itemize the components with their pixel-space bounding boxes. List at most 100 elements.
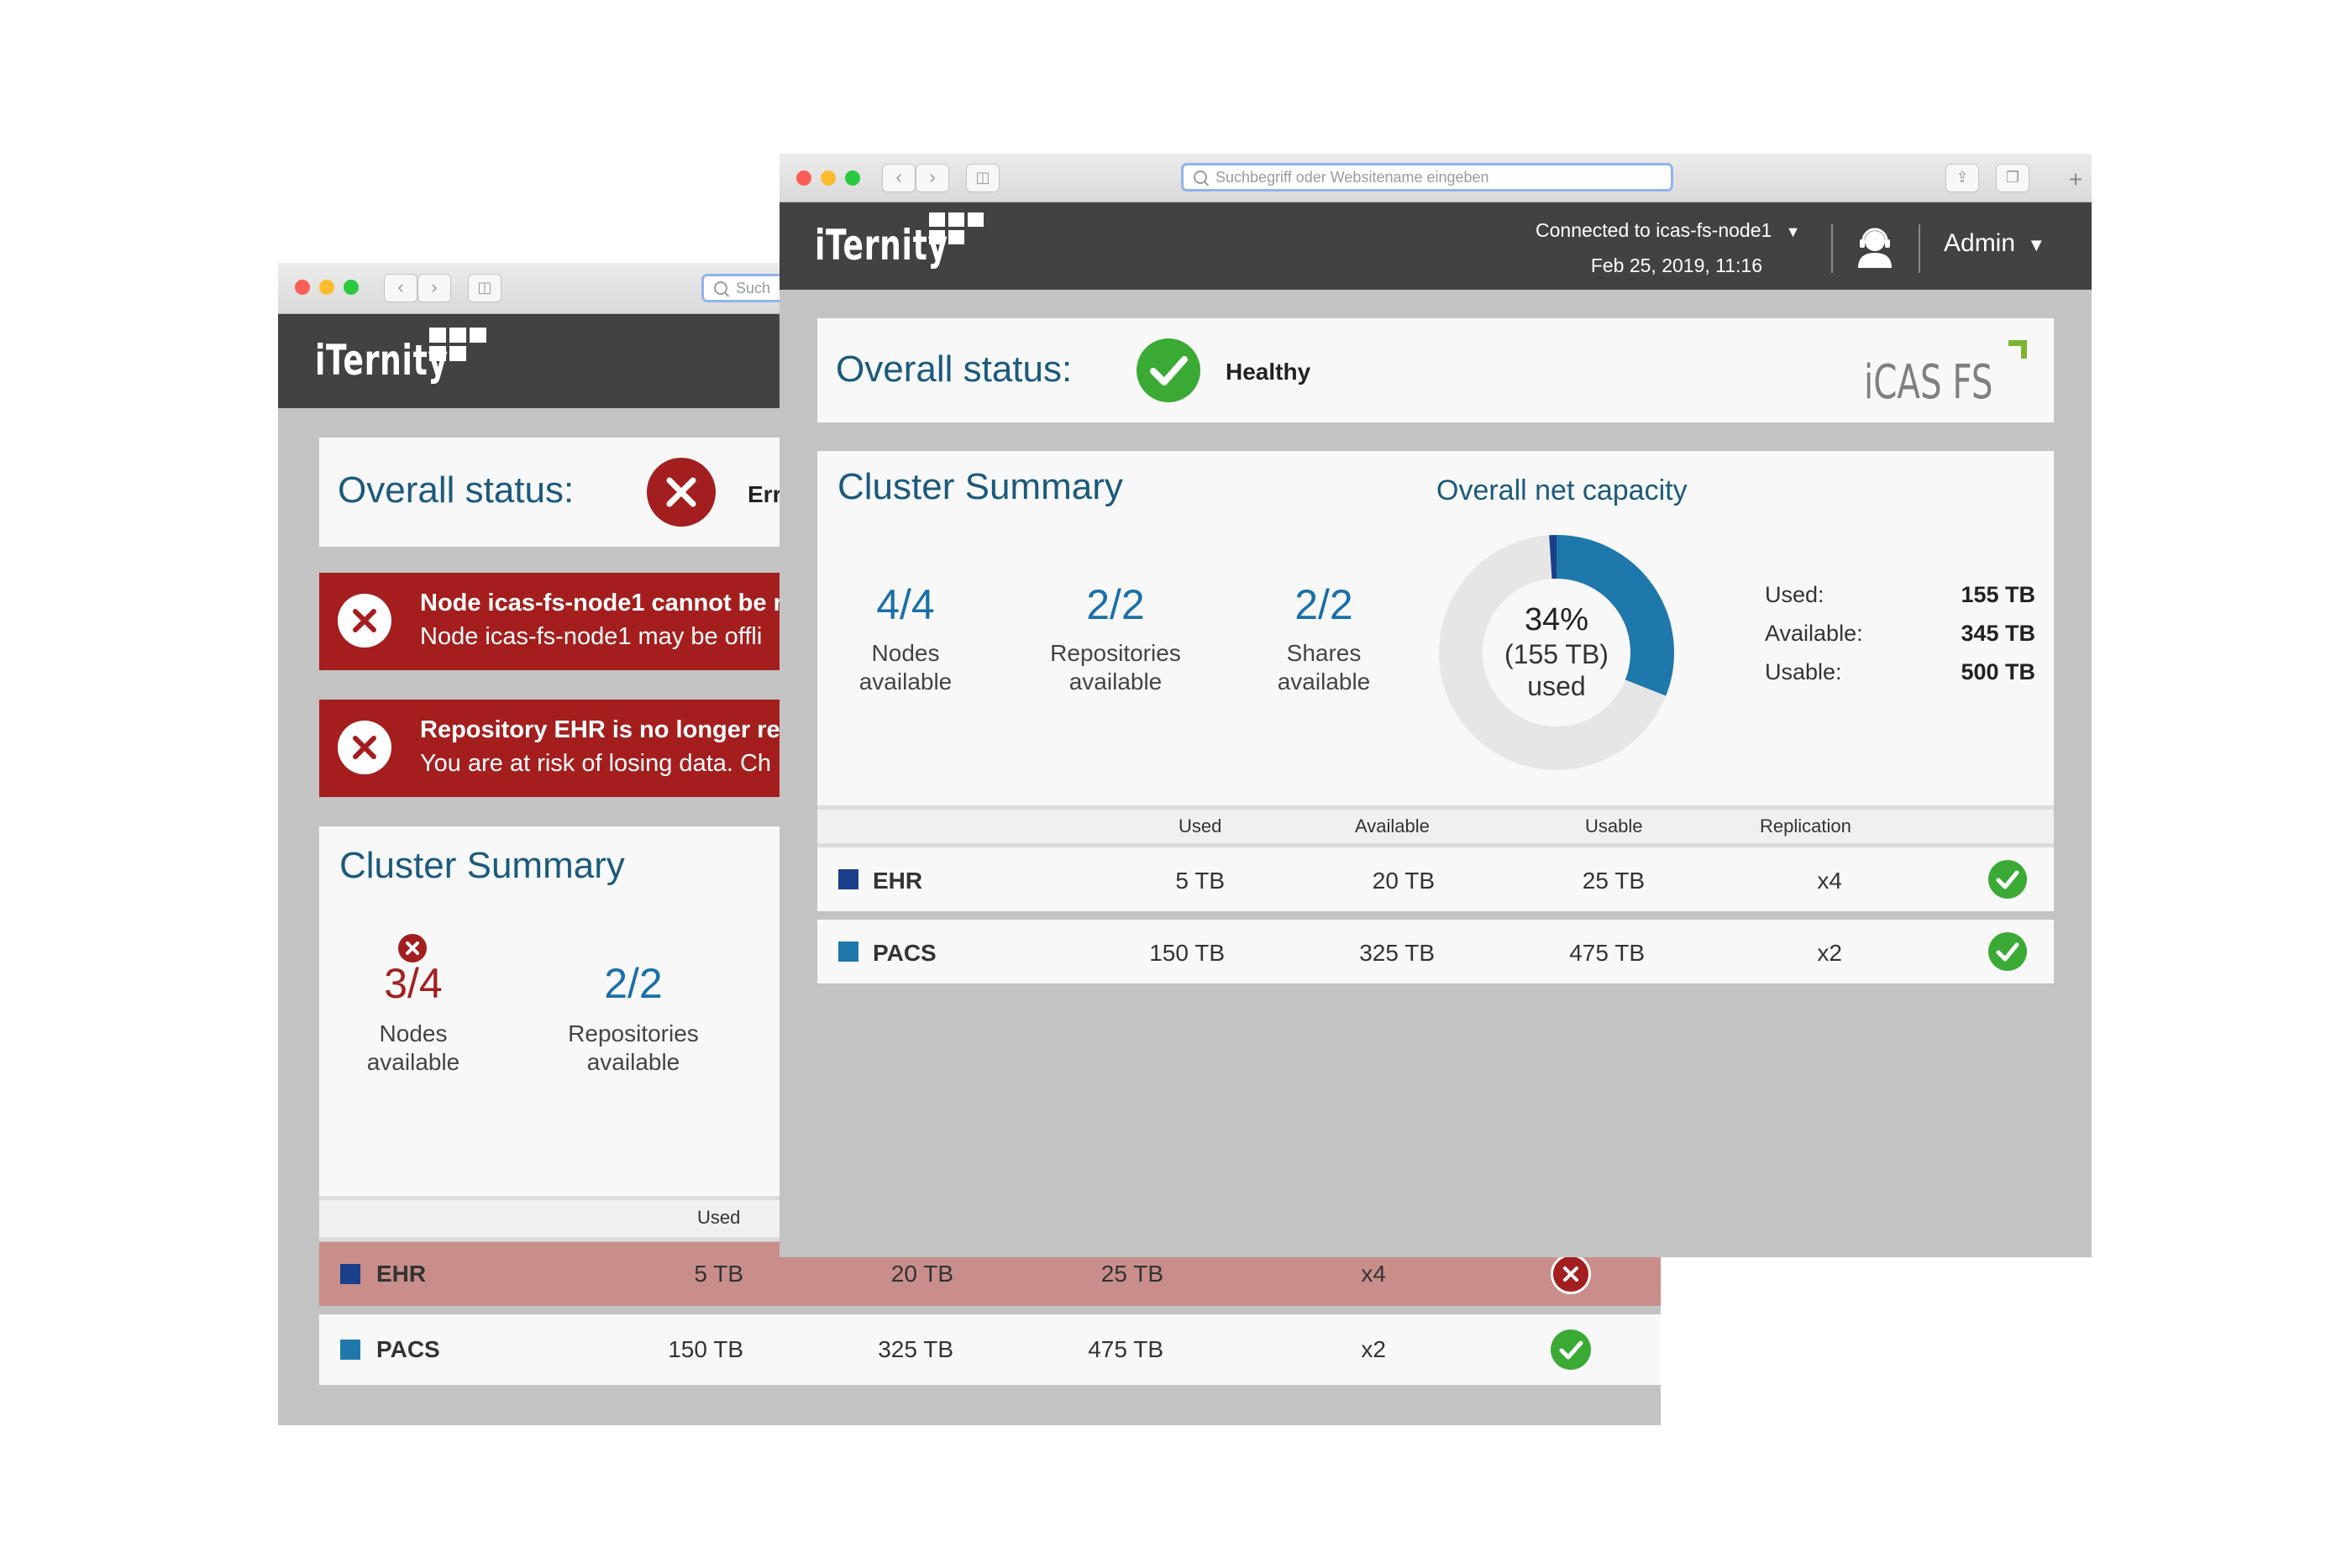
connection-label: Connected to icas-fs-node1	[1536, 219, 1772, 241]
forward-chevron-icon[interactable]: ›	[916, 164, 949, 192]
maximize-window-icon[interactable]	[344, 280, 359, 295]
error-icon	[647, 458, 716, 527]
minimize-window-icon[interactable]	[821, 170, 836, 186]
overall-status-value: Healthy	[1226, 359, 1311, 385]
sidebar-toggle-icon[interactable]: ◫	[468, 274, 501, 302]
header-datetime: Feb 25, 2019, 11:16	[1590, 254, 1762, 276]
app-header: iTernity Connected to icas-fs-node1 ▼ Fe…	[780, 202, 2092, 290]
error-icon	[1551, 1254, 1591, 1294]
check-icon	[1988, 860, 2027, 899]
capacity-legend-label: Used:	[1765, 582, 1824, 607]
error-title: Repository EHR is no longer rep	[420, 716, 795, 743]
ehr-color-swatch	[838, 869, 858, 889]
repositories-available-value: 2/2	[1086, 581, 1145, 628]
logo-square-icon	[948, 212, 964, 227]
forward-chevron-icon[interactable]: ›	[417, 274, 451, 302]
error-icon	[398, 934, 427, 962]
cluster-summary-title: Cluster Summary	[837, 466, 1123, 507]
close-window-icon[interactable]	[295, 280, 310, 295]
cell-usable: 25 TB	[1582, 868, 1645, 894]
back-chevron-icon[interactable]: ‹	[882, 164, 916, 192]
cell-used: 150 TB	[1149, 940, 1225, 966]
capacity-used-word: used	[1527, 671, 1586, 701]
address-bar[interactable]: Suchbegriff oder Websitename eingeben	[1181, 163, 1673, 191]
logo-square-icon	[948, 230, 964, 244]
nodes-available-label: Nodes available	[858, 640, 953, 695]
check-icon	[1137, 338, 1200, 402]
pacs-color-swatch	[340, 1340, 360, 1360]
nodes-available-value: 4/4	[876, 581, 935, 628]
column-header-available: Available	[1355, 815, 1430, 836]
sidebar-toggle-icon[interactable]: ◫	[966, 164, 1000, 192]
header-divider	[1831, 224, 1833, 273]
maximize-window-icon[interactable]	[845, 170, 860, 186]
capacity-amount: (155 TB)	[1504, 639, 1609, 669]
logo-square-icon	[429, 328, 446, 343]
cell-replication: x4	[1361, 1261, 1386, 1287]
nodes-available-label: Nodes available	[366, 1020, 460, 1075]
capacity-legend-value: 345 TB	[1961, 621, 2035, 646]
column-header-used: Used	[697, 1207, 741, 1228]
table-row[interactable]: PACS 150 TB 325 TB 475 TB x2	[817, 920, 2054, 983]
cell-available: 20 TB	[1372, 868, 1435, 894]
support-agent-icon[interactable]	[1855, 226, 1895, 268]
repositories-available-label: Repositories available	[1050, 640, 1181, 695]
table-row[interactable]: EHR 5 TB 20 TB 25 TB x4	[817, 847, 2054, 911]
cell-available: 20 TB	[890, 1261, 953, 1287]
logo-square-icon	[968, 212, 984, 227]
connection-selector[interactable]: Connected to icas-fs-node1 ▼	[1536, 219, 1801, 242]
repository-name: PACS	[873, 940, 937, 966]
overall-status-label: Overall status:	[338, 469, 575, 511]
cell-used: 150 TB	[668, 1336, 743, 1362]
nodes-available-value: 3/4	[384, 960, 443, 1007]
iternity-logo: iTernity	[815, 221, 948, 270]
header-divider	[1919, 224, 1920, 273]
repositories-available-label: Repositories available	[568, 1020, 699, 1075]
overall-status-card: Overall status: Healthy iCAS FS	[817, 318, 2054, 422]
user-menu[interactable]: Admin ▼	[1944, 229, 2045, 258]
check-icon	[1988, 932, 2027, 971]
icas-fs-logo-text: iCAS FS	[1864, 355, 1993, 410]
table-row[interactable]: PACS 150 TB 325 TB 475 TB x2	[319, 1314, 1661, 1385]
cell-usable: 475 TB	[1088, 1336, 1163, 1362]
logo-corner-icon	[2008, 340, 2027, 359]
minimize-window-icon[interactable]	[319, 280, 334, 295]
cluster-summary-card: Cluster Summary 4/4 Nodes available 2/2 …	[817, 451, 2054, 805]
logo-square-icon	[929, 212, 945, 227]
check-icon	[1551, 1329, 1591, 1370]
cell-used: 5 TB	[1175, 868, 1225, 894]
chevron-down-icon: ▼	[1785, 223, 1801, 240]
error-detail: Node icas-fs-node1 may be offli	[420, 623, 763, 650]
logo-square-icon	[449, 346, 466, 361]
cell-replication: x2	[1817, 940, 1842, 966]
error-icon	[338, 721, 391, 774]
error-detail: You are at risk of losing data. Ch	[420, 750, 772, 777]
error-title: Node icas-fs-node1 cannot be r	[420, 590, 783, 616]
repository-name: EHR	[873, 868, 923, 894]
share-icon[interactable]: ⇪	[1945, 164, 1979, 192]
address-bar-placeholder: Such	[736, 280, 771, 296]
icas-fs-logo: iCAS FS	[1859, 335, 2044, 411]
repository-table-header: Used Available Usable Replication	[817, 805, 2054, 847]
error-icon	[338, 594, 391, 648]
capacity-legend-label: Available:	[1765, 621, 1863, 646]
capacity-legend-value: 155 TB	[1961, 582, 2035, 607]
capacity-percent: 34%	[1524, 602, 1589, 637]
logo-square-icon	[429, 346, 446, 361]
shares-available-value: 2/2	[1294, 581, 1353, 628]
new-tab-icon[interactable]: +	[2063, 167, 2088, 192]
column-header-replication: Replication	[1760, 815, 1851, 836]
overall-status-label: Overall status:	[836, 349, 1073, 390]
column-header-used: Used	[1179, 815, 1222, 836]
column-header-usable: Usable	[1585, 815, 1643, 836]
browser-toolbar: ‹ › ◫ Suchbegriff oder Websitename einge…	[780, 154, 2092, 202]
close-window-icon[interactable]	[796, 170, 811, 186]
ehr-color-swatch	[340, 1264, 360, 1284]
logo-square-icon	[929, 230, 945, 244]
chevron-down-icon: ▼	[2027, 234, 2046, 255]
back-chevron-icon[interactable]: ‹	[384, 274, 417, 302]
cell-replication: x2	[1361, 1336, 1386, 1362]
pacs-color-swatch	[838, 941, 858, 962]
cell-usable: 25 TB	[1100, 1261, 1163, 1287]
tabs-overview-icon[interactable]: ❐	[1996, 164, 2029, 192]
